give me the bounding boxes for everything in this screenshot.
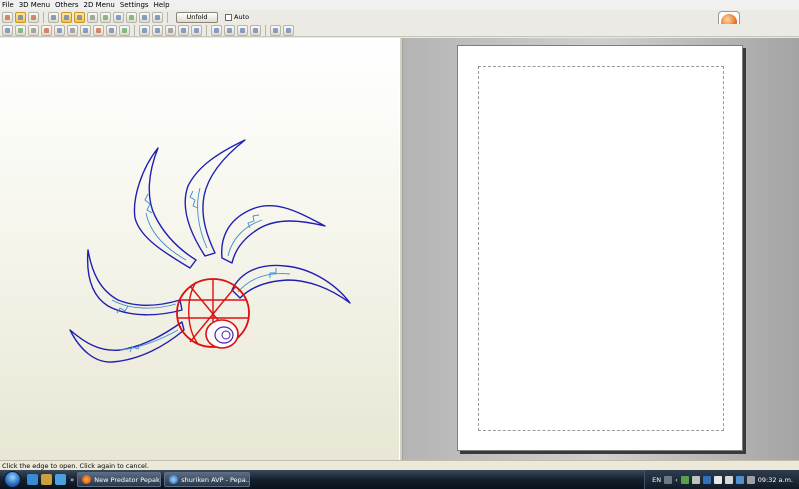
system-tray: EN ‹ 09:32 a.m.	[644, 470, 799, 489]
menu-file[interactable]: File	[2, 0, 19, 10]
edge-view-icon[interactable]	[74, 11, 85, 23]
anchor-icon[interactable]	[100, 11, 111, 23]
language-indicator[interactable]: EN	[652, 476, 661, 484]
copy-icon[interactable]	[113, 11, 124, 23]
wire-view-icon[interactable]	[87, 11, 98, 23]
face-view-icon[interactable]	[61, 11, 72, 23]
3d-view-pane[interactable]	[0, 38, 399, 460]
keyboard-icon[interactable]	[664, 475, 673, 484]
network-icon[interactable]	[680, 475, 689, 484]
task-pepakura-label: shuriken AVP - Pepa...	[181, 475, 251, 484]
window-max-icon[interactable]	[152, 11, 163, 23]
clock[interactable]: 09:32 a.m.	[758, 476, 793, 484]
pepakura-icon	[169, 475, 179, 484]
join-icon[interactable]	[54, 24, 65, 36]
rotate-icon[interactable]	[28, 24, 39, 36]
quicklaunch-overflow[interactable]: »	[70, 476, 74, 484]
redo-icon[interactable]	[283, 24, 294, 36]
desktop-icon[interactable]	[55, 474, 66, 485]
task-firefox-label: New Predator Pepak...	[94, 475, 162, 484]
paint-icon[interactable]	[119, 24, 130, 36]
layout-icon[interactable]	[191, 24, 202, 36]
keyboard-b-icon[interactable]	[724, 475, 733, 484]
menu-help[interactable]: Help	[154, 0, 175, 10]
color-mode-icon[interactable]	[28, 11, 39, 23]
text-icon[interactable]	[106, 24, 117, 36]
volume-icon[interactable]	[746, 475, 755, 484]
split-icon[interactable]	[67, 24, 78, 36]
number-icon[interactable]	[152, 24, 163, 36]
print-area-boundary	[478, 66, 724, 431]
pencil-icon[interactable]	[80, 24, 91, 36]
window-icon[interactable]	[139, 11, 150, 23]
align-center-icon[interactable]	[224, 24, 235, 36]
menu-2d[interactable]: 2D Menu	[84, 0, 120, 10]
blade-5	[86, 249, 183, 316]
edge-select-icon[interactable]	[48, 11, 59, 23]
align-left-icon[interactable]	[211, 24, 222, 36]
flag-icon[interactable]	[126, 11, 137, 23]
auto-checkbox-label: Auto	[234, 13, 250, 21]
blade-3	[221, 205, 326, 264]
edit-toolbar	[0, 24, 799, 37]
menu-others[interactable]: Others	[55, 0, 84, 10]
menu-bar: File 3D Menu Others 2D Menu Settings Hel…	[0, 0, 799, 10]
taskbar: » New Predator Pepak... shuriken AVP - P…	[0, 470, 799, 489]
toolbar-separator	[265, 24, 266, 36]
toolbar-separator	[167, 11, 168, 23]
windows-start-orb-icon	[3, 471, 21, 488]
blade-1	[133, 147, 197, 269]
task-firefox[interactable]: New Predator Pepak...	[77, 472, 162, 487]
status-message: Click the edge to open. Click again to c…	[2, 461, 149, 470]
auto-checkbox-box[interactable]	[225, 13, 232, 21]
blade-4	[231, 264, 351, 304]
align-bottom-icon[interactable]	[250, 24, 261, 36]
open-file-icon[interactable]	[2, 11, 13, 23]
folder-icon[interactable]	[41, 474, 52, 485]
toolbar-separator	[134, 24, 135, 36]
blade-6	[69, 321, 185, 363]
bluetooth-icon[interactable]	[735, 475, 744, 484]
flap-icon[interactable]	[41, 24, 52, 36]
keyboard-a-icon[interactable]	[713, 475, 722, 484]
scale-icon[interactable]	[139, 24, 150, 36]
app-tray-icon[interactable]	[702, 475, 711, 484]
status-bar: Click the edge to open. Click again to c…	[0, 460, 799, 470]
move-icon[interactable]	[15, 24, 26, 36]
undo-icon[interactable]	[270, 24, 281, 36]
grid-icon[interactable]	[178, 24, 189, 36]
toolbar-separator	[43, 11, 44, 23]
tray-expand-icon[interactable]: ‹	[675, 476, 678, 484]
texture-toggle-icon[interactable]	[15, 11, 26, 23]
unfold-button[interactable]: Unfold	[176, 11, 218, 23]
align-top-icon[interactable]	[237, 24, 248, 36]
check-icon[interactable]	[165, 24, 176, 36]
firefox-icon	[82, 475, 92, 484]
start-button[interactable]	[0, 470, 24, 489]
auto-checkbox[interactable]: Auto	[225, 13, 249, 21]
2d-view-pane[interactable]	[403, 38, 799, 460]
ie-icon[interactable]	[27, 474, 38, 485]
menu-settings[interactable]: Settings	[120, 0, 154, 10]
task-pepakura[interactable]: shuriken AVP - Pepa...	[164, 472, 251, 487]
menu-3d[interactable]: 3D Menu	[19, 0, 55, 10]
toolbar-separator	[206, 24, 207, 36]
shuriken-model[interactable]	[0, 38, 399, 460]
scissors-icon[interactable]	[93, 24, 104, 36]
usb-icon[interactable]	[691, 475, 700, 484]
paper-sheet[interactable]	[457, 45, 743, 451]
main-toolbar: Unfold Auto	[0, 10, 799, 24]
select-icon[interactable]	[2, 24, 13, 36]
